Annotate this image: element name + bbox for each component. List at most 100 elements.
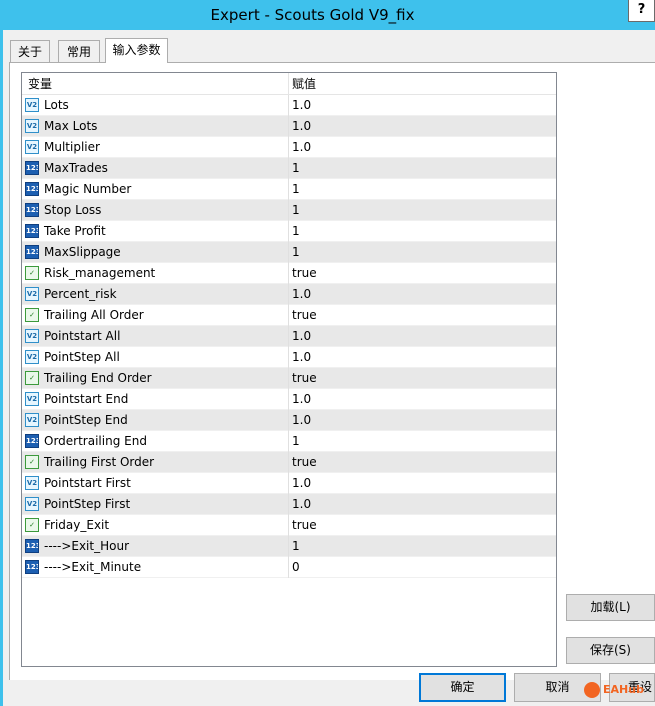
window-border bbox=[0, 30, 3, 706]
parameter-value[interactable]: 1.0 bbox=[292, 116, 311, 137]
boolean-type-icon: ✓ bbox=[25, 266, 39, 280]
parameter-value[interactable]: 1 bbox=[292, 158, 300, 179]
watermark-text: EAHub bbox=[603, 683, 644, 696]
parameter-name: ---->Exit_Hour bbox=[44, 539, 130, 553]
cell-divider bbox=[288, 221, 289, 242]
double-type-icon: V2 bbox=[25, 287, 39, 301]
parameter-value[interactable]: 1.0 bbox=[292, 347, 311, 368]
double-type-icon: V2 bbox=[25, 329, 39, 343]
cell-divider bbox=[288, 116, 289, 137]
parameter-value[interactable]: 1 bbox=[292, 221, 300, 242]
parameter-value[interactable]: 1 bbox=[292, 179, 300, 200]
table-row[interactable]: V2 PointStep First 1.0 bbox=[22, 494, 556, 515]
table-row[interactable]: ✓ Trailing End Order true bbox=[22, 368, 556, 389]
double-type-icon: V2 bbox=[25, 119, 39, 133]
parameter-name: ---->Exit_Minute bbox=[44, 560, 142, 574]
table-row[interactable]: V2 Pointstart First 1.0 bbox=[22, 473, 556, 494]
double-type-icon: V2 bbox=[25, 413, 39, 427]
table-row[interactable]: V2 Multiplier 1.0 bbox=[22, 137, 556, 158]
parameter-value[interactable]: 1.0 bbox=[292, 410, 311, 431]
parameter-name: Ordertrailing End bbox=[44, 434, 147, 448]
table-row[interactable]: ✓ Trailing All Order true bbox=[22, 305, 556, 326]
parameter-value[interactable]: true bbox=[292, 515, 317, 536]
parameter-name: Max Lots bbox=[44, 119, 98, 133]
table-row[interactable]: 123 Magic Number 1 bbox=[22, 179, 556, 200]
parameter-name: Trailing All Order bbox=[44, 308, 144, 322]
parameter-value[interactable]: 1.0 bbox=[292, 473, 311, 494]
parameter-value[interactable]: 1.0 bbox=[292, 326, 311, 347]
load-button[interactable]: 加载(L) bbox=[566, 594, 655, 621]
table-row[interactable]: 123 MaxTrades 1 bbox=[22, 158, 556, 179]
parameter-value[interactable]: true bbox=[292, 368, 317, 389]
integer-type-icon: 123 bbox=[25, 539, 39, 553]
parameter-name: PointStep First bbox=[44, 497, 131, 511]
parameter-name: PointStep End bbox=[44, 413, 128, 427]
parameter-value[interactable]: 0 bbox=[292, 557, 300, 578]
parameter-value[interactable]: true bbox=[292, 263, 317, 284]
table-row[interactable]: ✓ Friday_Exit true bbox=[22, 515, 556, 536]
boolean-type-icon: ✓ bbox=[25, 518, 39, 532]
cell-divider bbox=[288, 137, 289, 158]
boolean-type-icon: ✓ bbox=[25, 455, 39, 469]
parameter-name: Pointstart All bbox=[44, 329, 121, 343]
tab-common[interactable]: 常用 bbox=[58, 40, 100, 62]
cell-divider bbox=[288, 347, 289, 368]
table-row[interactable]: V2 Max Lots 1.0 bbox=[22, 116, 556, 137]
parameters-grid: 变量 赋值 V2 Lots 1.0 V2 Max Lots 1.0 V2 Multiplier… bbox=[21, 72, 557, 667]
window-title: Expert - Scouts Gold V9_fix bbox=[210, 6, 415, 24]
table-row[interactable]: V2 Percent_risk 1.0 bbox=[22, 284, 556, 305]
table-row[interactable]: 123 ---->Exit_Minute 0 bbox=[22, 557, 556, 578]
table-row[interactable]: V2 Pointstart All 1.0 bbox=[22, 326, 556, 347]
parameter-name: Trailing End Order bbox=[44, 371, 152, 385]
cell-divider bbox=[288, 473, 289, 494]
cell-divider bbox=[288, 368, 289, 389]
double-type-icon: V2 bbox=[25, 497, 39, 511]
cell-divider bbox=[288, 200, 289, 221]
table-row[interactable]: ✓ Trailing First Order true bbox=[22, 452, 556, 473]
parameter-value[interactable]: 1 bbox=[292, 200, 300, 221]
cell-divider bbox=[288, 557, 289, 578]
table-row[interactable]: ✓ Risk_management true bbox=[22, 263, 556, 284]
parameter-value[interactable]: 1.0 bbox=[292, 95, 311, 116]
parameter-name: Magic Number bbox=[44, 182, 132, 196]
cell-divider bbox=[288, 95, 289, 116]
table-row[interactable]: 123 ---->Exit_Hour 1 bbox=[22, 536, 556, 557]
table-row[interactable]: V2 Pointstart End 1.0 bbox=[22, 389, 556, 410]
parameter-value[interactable]: 1 bbox=[292, 431, 300, 452]
parameter-value[interactable]: 1 bbox=[292, 242, 300, 263]
cell-divider bbox=[288, 410, 289, 431]
integer-type-icon: 123 bbox=[25, 182, 39, 196]
column-header-value[interactable]: 赋值 bbox=[292, 73, 316, 94]
parameter-value[interactable]: 1.0 bbox=[292, 389, 311, 410]
cell-divider bbox=[288, 284, 289, 305]
help-button[interactable]: ? bbox=[628, 0, 655, 22]
save-button[interactable]: 保存(S) bbox=[566, 637, 655, 664]
ok-button[interactable]: 确定 bbox=[419, 673, 506, 702]
parameter-name: Pointstart End bbox=[44, 392, 129, 406]
cell-divider bbox=[288, 179, 289, 200]
parameter-value[interactable]: 1 bbox=[292, 536, 300, 557]
table-row[interactable]: 123 MaxSlippage 1 bbox=[22, 242, 556, 263]
parameter-value[interactable]: 1.0 bbox=[292, 284, 311, 305]
table-row[interactable]: 123 Stop Loss 1 bbox=[22, 200, 556, 221]
parameter-value[interactable]: 1.0 bbox=[292, 137, 311, 158]
column-header-variable[interactable]: 变量 bbox=[28, 73, 52, 94]
cell-divider bbox=[288, 389, 289, 410]
tab-about[interactable]: 关于 bbox=[10, 40, 50, 62]
parameter-value[interactable]: 1.0 bbox=[292, 494, 311, 515]
boolean-type-icon: ✓ bbox=[25, 308, 39, 322]
integer-type-icon: 123 bbox=[25, 434, 39, 448]
cell-divider bbox=[288, 305, 289, 326]
table-row[interactable]: 123 Ordertrailing End 1 bbox=[22, 431, 556, 452]
parameter-value[interactable]: true bbox=[292, 305, 317, 326]
tab-inputs[interactable]: 输入参数 bbox=[105, 38, 168, 63]
table-row[interactable]: 123 Take Profit 1 bbox=[22, 221, 556, 242]
parameter-name: MaxTrades bbox=[44, 161, 108, 175]
table-row[interactable]: V2 Lots 1.0 bbox=[22, 95, 556, 116]
table-row[interactable]: V2 PointStep End 1.0 bbox=[22, 410, 556, 431]
column-divider[interactable] bbox=[288, 73, 289, 94]
title-bar: Expert - Scouts Gold V9_fix bbox=[0, 0, 655, 30]
table-row[interactable]: V2 PointStep All 1.0 bbox=[22, 347, 556, 368]
parameter-value[interactable]: true bbox=[292, 452, 317, 473]
double-type-icon: V2 bbox=[25, 392, 39, 406]
